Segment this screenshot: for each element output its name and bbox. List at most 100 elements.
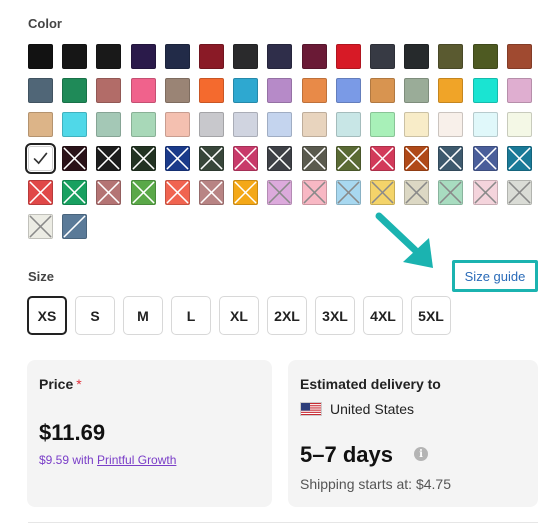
- color-swatch[interactable]: [335, 146, 361, 171]
- color-swatch[interactable]: [96, 146, 122, 171]
- color-swatch[interactable]: [164, 78, 190, 103]
- color-swatch[interactable]: [335, 112, 361, 137]
- color-swatch[interactable]: [164, 180, 190, 205]
- color-swatch[interactable]: [130, 78, 156, 103]
- unavailable-cross-icon: [166, 181, 189, 204]
- color-swatch[interactable]: [62, 180, 88, 205]
- color-swatch[interactable]: [96, 78, 122, 103]
- color-swatch[interactable]: [370, 44, 395, 69]
- color-swatch[interactable]: [438, 180, 464, 205]
- color-swatch[interactable]: [199, 112, 224, 137]
- color-swatch[interactable]: [233, 44, 259, 69]
- color-swatch[interactable]: [62, 44, 88, 69]
- size-button-l[interactable]: L: [171, 296, 211, 335]
- growth-price: $9.59 with Printful Growth: [39, 453, 176, 467]
- color-swatch[interactable]: [233, 180, 259, 205]
- color-swatch[interactable]: [28, 214, 53, 239]
- color-swatch[interactable]: [370, 180, 395, 205]
- color-swatch[interactable]: [62, 214, 88, 239]
- color-swatch[interactable]: [404, 78, 430, 103]
- color-swatch[interactable]: [28, 44, 53, 69]
- color-swatch[interactable]: [335, 180, 361, 205]
- color-swatch[interactable]: [301, 180, 327, 205]
- color-swatch[interactable]: [130, 112, 156, 137]
- color-swatch[interactable]: [28, 78, 53, 103]
- color-swatch[interactable]: [267, 44, 293, 69]
- color-swatch[interactable]: [404, 112, 430, 137]
- color-swatch[interactable]: [130, 146, 156, 171]
- color-swatch[interactable]: [301, 146, 327, 171]
- size-button-2xl[interactable]: 2XL: [267, 296, 307, 335]
- size-button-s[interactable]: S: [75, 296, 115, 335]
- color-swatch[interactable]: [472, 112, 498, 137]
- color-swatch[interactable]: [506, 78, 532, 103]
- color-swatch[interactable]: [506, 180, 532, 205]
- color-swatch[interactable]: [199, 78, 224, 103]
- color-swatch[interactable]: [404, 180, 430, 205]
- color-swatch[interactable]: [438, 112, 464, 137]
- color-swatch[interactable]: [25, 143, 56, 174]
- color-swatch[interactable]: [96, 180, 122, 205]
- color-swatch[interactable]: [96, 112, 122, 137]
- color-swatch[interactable]: [301, 44, 327, 69]
- color-swatch[interactable]: [438, 78, 464, 103]
- unavailable-cross-icon: [200, 147, 223, 170]
- color-swatch[interactable]: [370, 112, 395, 137]
- unavailable-cross-icon: [405, 147, 428, 170]
- color-swatch[interactable]: [199, 180, 224, 205]
- size-button-m[interactable]: M: [123, 296, 163, 335]
- color-swatch[interactable]: [335, 78, 361, 103]
- size-button-5xl[interactable]: 5XL: [411, 296, 451, 335]
- color-swatch[interactable]: [130, 44, 156, 69]
- color-swatch[interactable]: [438, 146, 464, 171]
- unavailable-cross-icon: [371, 147, 394, 170]
- color-swatch[interactable]: [96, 44, 122, 69]
- color-swatch[interactable]: [62, 78, 88, 103]
- delivery-days: 5–7 days: [300, 442, 393, 467]
- color-swatch[interactable]: [472, 146, 498, 171]
- color-swatch[interactable]: [199, 44, 224, 69]
- size-guide-link[interactable]: Size guide: [465, 269, 526, 284]
- color-swatch[interactable]: [404, 146, 430, 171]
- size-button-3xl[interactable]: 3XL: [315, 296, 355, 335]
- color-swatch[interactable]: [164, 112, 190, 137]
- color-swatch[interactable]: [335, 44, 361, 69]
- color-swatch[interactable]: [267, 112, 293, 137]
- color-swatch[interactable]: [267, 180, 293, 205]
- color-swatch[interactable]: [438, 44, 464, 69]
- color-swatch[interactable]: [472, 78, 498, 103]
- color-swatch[interactable]: [28, 112, 53, 137]
- color-swatch[interactable]: [267, 78, 293, 103]
- color-swatch[interactable]: [267, 146, 293, 171]
- unavailable-cross-icon: [371, 181, 394, 204]
- color-swatch[interactable]: [370, 146, 395, 171]
- unavailable-cross-icon: [439, 181, 462, 204]
- color-swatch[interactable]: [370, 78, 395, 103]
- color-swatch[interactable]: [506, 112, 532, 137]
- color-swatch[interactable]: [472, 44, 498, 69]
- color-swatch[interactable]: [301, 112, 327, 137]
- color-swatch[interactable]: [28, 180, 53, 205]
- color-swatch[interactable]: [62, 146, 88, 171]
- size-button-xs[interactable]: XS: [27, 296, 67, 335]
- color-swatch[interactable]: [301, 78, 327, 103]
- info-icon[interactable]: i: [414, 447, 428, 461]
- color-swatch[interactable]: [164, 44, 190, 69]
- color-swatch[interactable]: [233, 112, 259, 137]
- delivery-title: Estimated delivery to: [300, 376, 441, 392]
- color-swatch[interactable]: [233, 78, 259, 103]
- printful-growth-link[interactable]: Printful Growth: [97, 453, 176, 467]
- size-button-4xl[interactable]: 4XL: [363, 296, 403, 335]
- color-swatch[interactable]: [506, 146, 532, 171]
- color-swatch[interactable]: [472, 180, 498, 205]
- color-swatch[interactable]: [62, 112, 88, 137]
- color-swatch[interactable]: [233, 146, 259, 171]
- unavailable-cross-icon: [268, 147, 291, 170]
- color-swatch[interactable]: [164, 146, 190, 171]
- color-swatch[interactable]: [506, 44, 532, 69]
- size-button-xl[interactable]: XL: [219, 296, 259, 335]
- unavailable-cross-icon: [234, 147, 257, 170]
- color-swatch[interactable]: [199, 146, 224, 171]
- color-swatch[interactable]: [404, 44, 430, 69]
- color-swatch[interactable]: [130, 180, 156, 205]
